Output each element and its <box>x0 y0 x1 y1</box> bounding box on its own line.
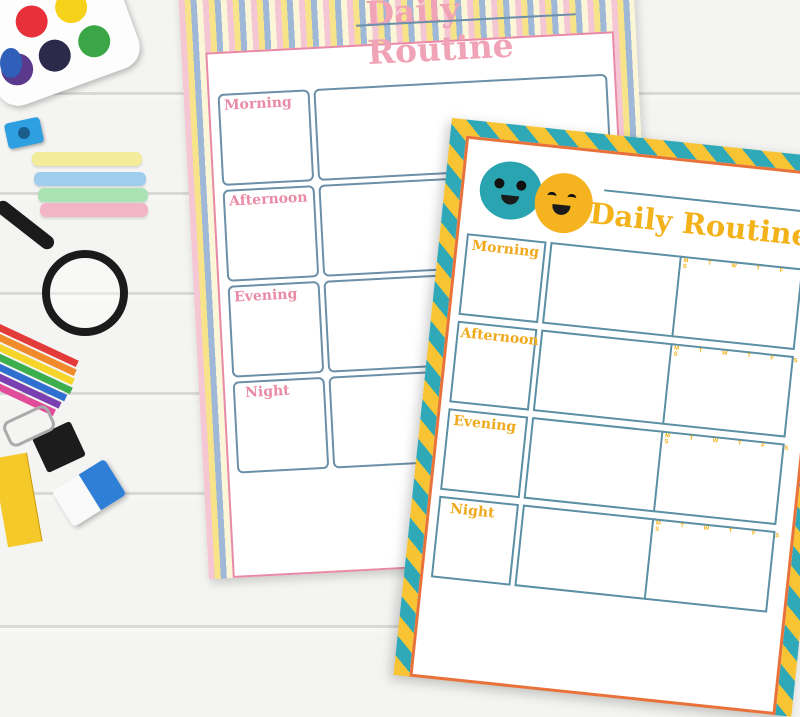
paint-yellow <box>50 0 92 28</box>
morning-lines <box>542 241 684 338</box>
chalk-blue <box>34 172 146 186</box>
chalk-yellow <box>32 152 142 166</box>
eraser-sleeve <box>78 458 127 511</box>
paint-blue <box>0 48 22 78</box>
chalk-pink <box>40 203 148 217</box>
chalk-green <box>38 188 148 202</box>
planner-sheet-yellow: Daily Routine Morning M T W T F S S Afte… <box>393 118 800 717</box>
yellow-monster-illustration <box>531 170 596 237</box>
paint-dark <box>34 35 76 77</box>
sheet-pink-title: Daily Routine <box>364 0 515 73</box>
evening-lines <box>523 417 666 513</box>
watercolor-palette <box>0 0 146 113</box>
evening-label: Evening <box>233 286 298 306</box>
sheet-yellow-title: Daily Routine <box>588 196 800 253</box>
paint-green <box>73 20 115 62</box>
blue-monster-eye-left <box>493 177 505 189</box>
pencil-sharpener <box>3 116 45 150</box>
paint-red <box>11 0 53 42</box>
blue-monster-eye-right <box>515 180 527 192</box>
eraser <box>51 458 127 528</box>
ruler <box>0 452 43 548</box>
yellow-monster-eye-right <box>566 193 577 203</box>
night-lines <box>514 504 657 601</box>
night-label: Night <box>244 382 291 402</box>
sharpener-hole <box>16 125 32 141</box>
blue-monster-mouth <box>500 194 520 206</box>
blue-monster-illustration <box>476 158 545 223</box>
afternoon-lines <box>532 329 675 426</box>
yellow-monster-eye-left <box>547 191 557 201</box>
yellow-monster-mouth <box>551 203 571 216</box>
sheet-yellow-body: Daily Routine Morning M T W T F S S Afte… <box>409 135 800 716</box>
magnifying-glass-lens <box>42 250 128 336</box>
